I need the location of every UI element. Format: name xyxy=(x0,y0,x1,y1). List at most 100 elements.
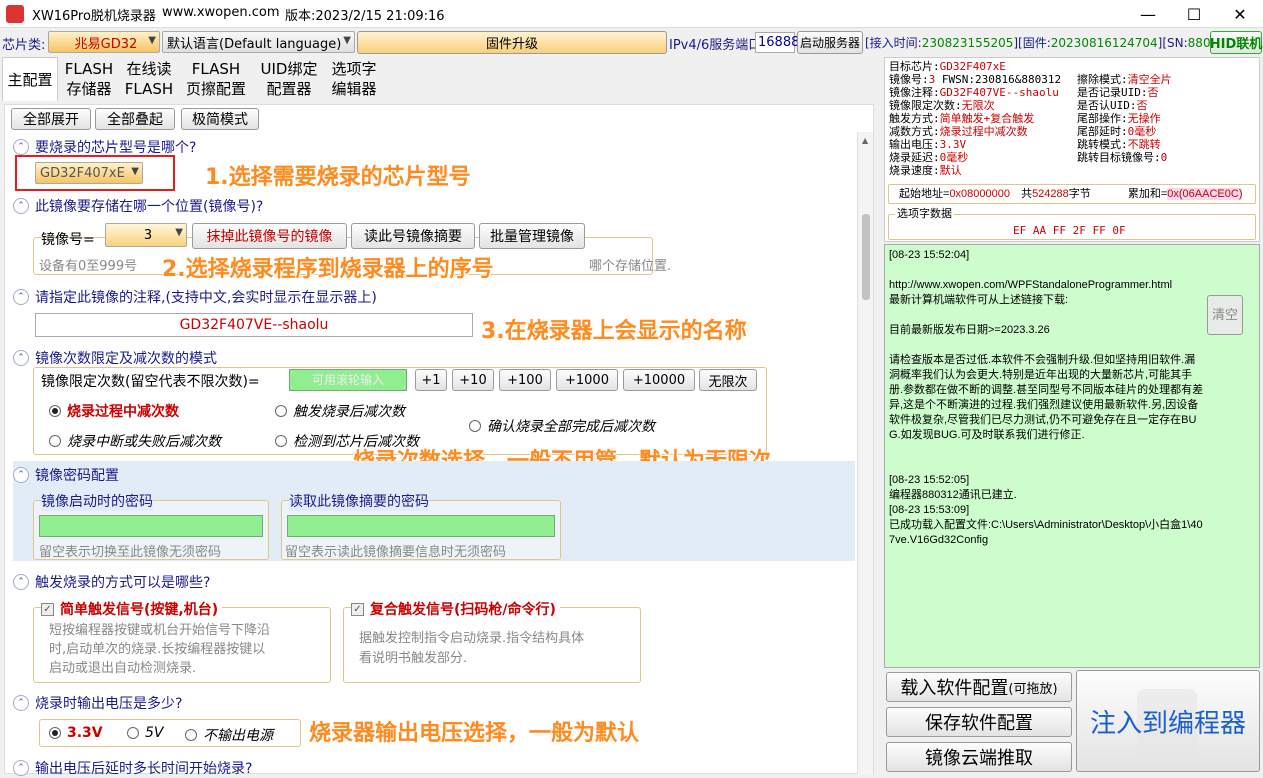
unlimited-button[interactable]: 无限次 xyxy=(699,369,757,391)
chip-vendor-select[interactable]: 兆易GD32 ▼ xyxy=(48,31,160,53)
radio-label: 5V xyxy=(145,725,164,741)
minimize-icon[interactable]: — xyxy=(1125,0,1171,28)
log-lines: [08-23 15:52:04] http://www.xwopen.com/WP… xyxy=(889,248,1205,548)
trigger-simple-checkbox[interactable]: ✓ 简单触发信号(按键,机台) xyxy=(41,599,223,619)
config-summary-panel: 目标芯片:GD32F407xE 镜像号:3 FWSN:230816&880312 擦… xyxy=(884,57,1260,242)
hid-connect-button[interactable]: HID联机 xyxy=(1210,31,1262,54)
summary-row: 烧录延迟:0毫秒 跳转目标镜像号:0 xyxy=(889,151,1259,164)
start-address-label: 起始地址= xyxy=(899,188,950,200)
summary-value: 0毫秒 xyxy=(939,151,969,164)
tab-label: 在线读 xyxy=(126,60,172,78)
radio-dot xyxy=(49,435,61,447)
radio-decrement-on-fail[interactable]: 烧录中断或失败后减次数 xyxy=(49,431,221,451)
tab-flash-page-erase[interactable]: FLASH 页擦配置 xyxy=(180,57,252,101)
chevron-up-icon: ⌃ xyxy=(13,198,29,214)
radio-voltage-5v[interactable]: 5V xyxy=(127,725,163,741)
summary-row: 镜像限定次数:无限次 是否认UID:否 xyxy=(889,99,1259,112)
add-100-button[interactable]: +100 xyxy=(499,369,551,391)
minimal-mode-button[interactable]: 极简模式 xyxy=(181,108,259,130)
password-start-input[interactable] xyxy=(39,515,263,537)
close-icon[interactable]: ✕ xyxy=(1217,0,1263,28)
radio-voltage-3v3[interactable]: 3.3V xyxy=(49,725,103,741)
firmware-upgrade-button[interactable]: 固件升级 xyxy=(357,31,667,54)
log-panel: [08-23 15:52:04] http://www.xwopen.com/WP… xyxy=(884,244,1260,668)
scroll-up-icon[interactable]: ▲ xyxy=(862,136,868,145)
summary-key: 尾部延时: xyxy=(1077,125,1128,138)
add-10000-button[interactable]: +10000 xyxy=(623,369,695,391)
section-title: 输出电压后延时多长时间开始烧录? xyxy=(35,761,253,777)
summary-value: 无操作 xyxy=(1127,112,1161,125)
clear-log-button[interactable]: 清空 xyxy=(1207,295,1243,335)
tab-main-config[interactable]: 主配置 xyxy=(2,57,58,101)
image-number-select[interactable]: 3 ▼ xyxy=(105,223,187,247)
tab-option-bytes[interactable]: 选项字 编辑器 xyxy=(326,57,382,101)
cloud-pull-button[interactable]: 镜像云端推取 xyxy=(886,742,1072,772)
summary-key: 是否认UID: xyxy=(1077,99,1137,112)
scrollbar[interactable]: ▲ xyxy=(857,132,873,774)
add-1000-button[interactable]: +1000 xyxy=(556,369,618,391)
save-config-button[interactable]: 保存软件配置 xyxy=(886,707,1072,737)
add-1-button[interactable]: +1 xyxy=(415,369,447,391)
collapse-all-button[interactable]: 全部叠起 xyxy=(95,108,175,130)
maximize-icon[interactable]: ☐ xyxy=(1171,0,1217,28)
tab-online-read-flash[interactable]: 在线读 FLASH xyxy=(120,57,178,101)
section-delay[interactable]: ⌃ 输出电压后延时多长时间开始烧录? xyxy=(13,758,252,778)
port-input[interactable]: 16888 xyxy=(755,32,799,53)
summary-row: 目标芯片:GD32F407xE xyxy=(889,60,1259,73)
start-server-button[interactable]: 启动服务器 xyxy=(797,31,863,54)
add-10-button[interactable]: +10 xyxy=(452,369,494,391)
summary-row: 镜像号:3 FWSN:230816&880312 擦除模式:清空全片 xyxy=(889,73,1259,86)
check-icon: ✓ xyxy=(41,602,54,616)
load-config-button[interactable]: 载入软件配置 (可拖放) xyxy=(886,672,1072,702)
section-voltage[interactable]: ⌃ 烧录时输出电压是多少? xyxy=(13,693,182,713)
section-trigger[interactable]: ⌃ 触发烧录的方式可以是哪些? xyxy=(13,572,210,592)
trigger-simple-desc-3: 启动或退出自动检测烧录. xyxy=(49,661,197,676)
tab-uid-binding[interactable]: UID绑定 配置器 xyxy=(254,57,324,101)
summary-key: 触发方式: xyxy=(889,112,940,125)
log-line: [08-23 15:52:04] xyxy=(889,249,970,261)
chip-label: 芯片类: xyxy=(2,38,46,53)
radio-decrement-after-trigger[interactable]: 触发烧录后减次数 xyxy=(275,401,405,421)
language-select[interactable]: 默认语言(Default language) ▼ xyxy=(162,31,355,53)
radio-decrement-during-burn[interactable]: 烧录过程中减次数 xyxy=(49,401,179,421)
tab-flash-storage[interactable]: FLASH 存储器 xyxy=(60,57,118,101)
section-image-number[interactable]: ⌃ 此镜像要存储在哪一个位置(镜像号)? xyxy=(13,196,263,216)
erase-image-button[interactable]: 抹掉此镜像号的镜像 xyxy=(192,223,347,249)
trigger-composite-checkbox[interactable]: ✓ 复合触发信号(扫码枪/命令行) xyxy=(351,599,560,619)
count-limit-input[interactable]: 可用滚轮输入 xyxy=(289,369,407,391)
radio-label: 触发烧录后减次数 xyxy=(293,404,405,420)
expand-all-button[interactable]: 全部展开 xyxy=(11,108,91,130)
image-number-label: 镜像号= xyxy=(41,232,95,248)
radio-decrement-after-complete[interactable]: 确认烧录全部完成后减次数 xyxy=(469,416,655,436)
summary-value: 0毫秒 xyxy=(1127,125,1157,138)
section-count-limit[interactable]: ⌃ 镜像次数限定及减次数的模式 xyxy=(13,348,217,368)
section-image-comment[interactable]: ⌃ 请指定此镜像的注释,(支持中文,会实时显示在显示器上) xyxy=(13,287,377,307)
chip-model-select[interactable]: GD32F407xE ▼ xyxy=(35,162,143,184)
image-comment-input[interactable]: GD32F407VE--shaolu xyxy=(35,313,473,337)
chevron-up-icon: ⌃ xyxy=(13,467,29,483)
password-read-input[interactable] xyxy=(287,515,555,537)
chevron-up-icon: ⌃ xyxy=(13,289,29,305)
trigger-simple-desc-2: 时,启动单次的烧录.长按编程器按键以 xyxy=(49,642,266,657)
inject-programmer-button[interactable]: 注入到编程器 xyxy=(1076,670,1260,772)
app-icon xyxy=(6,5,24,23)
section-title: 镜像次数限定及减次数的模式 xyxy=(35,351,217,367)
batch-manage-button[interactable]: 批量管理镜像 xyxy=(479,223,585,249)
radio-label: 烧录中断或失败后减次数 xyxy=(67,434,221,450)
scrollbar-thumb[interactable] xyxy=(862,214,870,300)
checkbox-label: 复合触发信号(扫码枪/命令行) xyxy=(370,602,556,618)
log-line: 已成功载入配置文件:C:\Users\Administrator\Desktop… xyxy=(889,519,1203,546)
tab-label: UID绑定 xyxy=(260,60,318,78)
radio-voltage-none[interactable]: 不输出电源 xyxy=(185,725,273,745)
section-title: 此镜像要存储在哪一个位置(镜像号)? xyxy=(35,199,264,215)
section-password[interactable]: ⌃ 镜像密码配置 xyxy=(13,465,119,485)
address-summary: 起始地址=0x08000000 共524288字节 累加和=0x(06AACE0… xyxy=(888,184,1256,204)
trigger-composite-desc-1: 据触发控制指令启动烧录.指令结构具体 xyxy=(359,631,585,646)
section-chip-model[interactable]: ⌃ 要烧录的芯片型号是哪个? xyxy=(13,137,196,157)
read-image-summary-button[interactable]: 读此号镜像摘要 xyxy=(351,223,475,249)
chevron-up-icon: ⌃ xyxy=(13,139,29,155)
summary-key: 镜像限定次数: xyxy=(889,99,962,112)
chevron-down-icon: ▼ xyxy=(175,227,183,238)
summary-key: 烧录延迟: xyxy=(889,151,940,164)
